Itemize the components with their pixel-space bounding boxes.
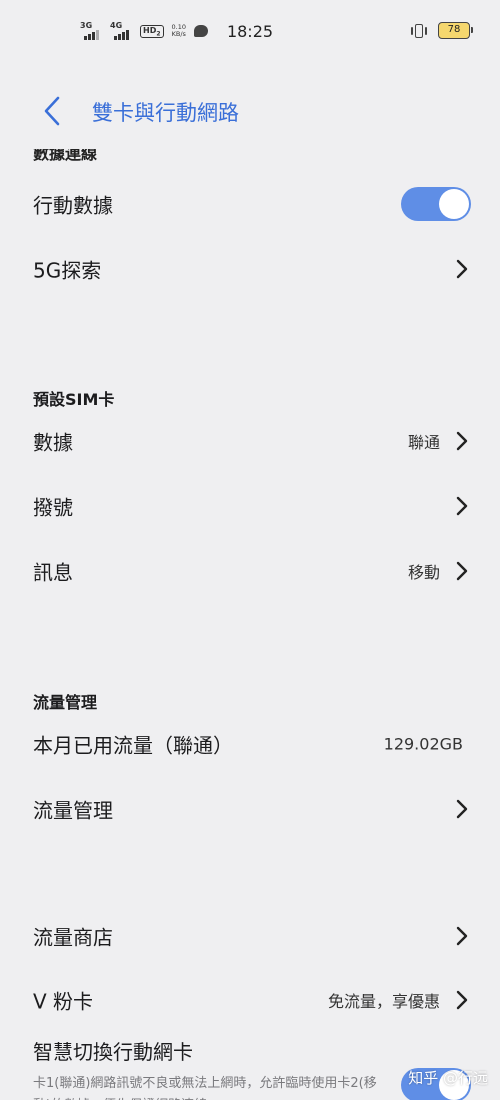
section-title-text: 數據連線 bbox=[33, 149, 98, 163]
chevron-right-icon bbox=[456, 799, 468, 819]
mobile-data-label: 行動數據 bbox=[33, 193, 113, 218]
smart-switch-title: 智慧切換行動網卡 bbox=[33, 1040, 193, 1064]
page-header: 雙卡與行動網路 bbox=[0, 80, 500, 140]
watermark: 知乎 @行远 bbox=[408, 1069, 488, 1087]
chevron-left-icon[interactable] bbox=[40, 94, 66, 128]
default-sim-message-row[interactable]: 訊息 移動 bbox=[0, 541, 500, 601]
mobile-data-row[interactable]: 行動數據 bbox=[0, 174, 500, 234]
section-title-traffic: 流量管理 bbox=[33, 693, 98, 712]
section-title-default-sim: 預設SIM卡 bbox=[33, 390, 115, 409]
battery-icon: 78 bbox=[438, 22, 473, 39]
traffic-store-row[interactable]: 流量商店 bbox=[0, 906, 500, 966]
five-g-explore-row[interactable]: 5G探索 bbox=[0, 239, 500, 299]
page-title: 雙卡與行動網路 bbox=[92, 101, 239, 125]
v-fan-card-value: 免流量，享優惠 bbox=[327, 992, 440, 1011]
smart-switch-description: 卡1(聯通)網路訊號不良或無法上網時，允許臨時使用卡2(移動)的數據，優先保證網… bbox=[33, 1076, 377, 1100]
chevron-right-icon bbox=[456, 561, 468, 581]
traffic-store-label: 流量商店 bbox=[33, 925, 113, 950]
default-sim-dial-row[interactable]: 撥號 bbox=[0, 476, 500, 536]
message-sim-value: 移動 bbox=[407, 563, 440, 582]
section-title-data-connection: 數據連線 bbox=[33, 149, 333, 168]
traffic-management-label: 流量管理 bbox=[33, 798, 113, 823]
status-bar: 3G 4G HD2 0.10 KB/s 18:25 78 bbox=[0, 0, 500, 62]
v-fan-card-row[interactable]: V 粉卡 免流量，享優惠 bbox=[0, 970, 500, 1030]
mobile-data-toggle[interactable] bbox=[401, 187, 471, 221]
chevron-right-icon bbox=[456, 926, 468, 946]
v-fan-card-label: V 粉卡 bbox=[33, 989, 94, 1014]
five-g-label: 5G探索 bbox=[33, 258, 102, 283]
message-sim-label: 訊息 bbox=[33, 560, 73, 585]
data-sim-value: 聯通 bbox=[407, 433, 440, 452]
toggle-knob bbox=[439, 189, 469, 219]
chevron-right-icon bbox=[456, 496, 468, 516]
vibrate-icon bbox=[410, 23, 428, 39]
monthly-usage-value: 129.02GB bbox=[383, 734, 463, 754]
chevron-right-icon bbox=[456, 990, 468, 1010]
monthly-usage-label: 本月已用流量（聯通） bbox=[33, 733, 233, 758]
monthly-usage-row: 本月已用流量（聯通） 129.02GB bbox=[0, 714, 500, 774]
settings-screen: 3G 4G HD2 0.10 KB/s 18:25 78 雙卡與行動網路 數據連… bbox=[0, 0, 500, 1100]
status-right-icons: 78 bbox=[410, 22, 473, 39]
default-sim-data-row[interactable]: 數據 聯通 bbox=[0, 411, 500, 471]
chevron-right-icon bbox=[456, 431, 468, 451]
dial-sim-label: 撥號 bbox=[33, 495, 73, 520]
data-sim-label: 數據 bbox=[33, 430, 73, 455]
chevron-right-icon bbox=[456, 259, 468, 279]
battery-level: 78 bbox=[447, 24, 461, 35]
traffic-management-row[interactable]: 流量管理 bbox=[0, 779, 500, 839]
